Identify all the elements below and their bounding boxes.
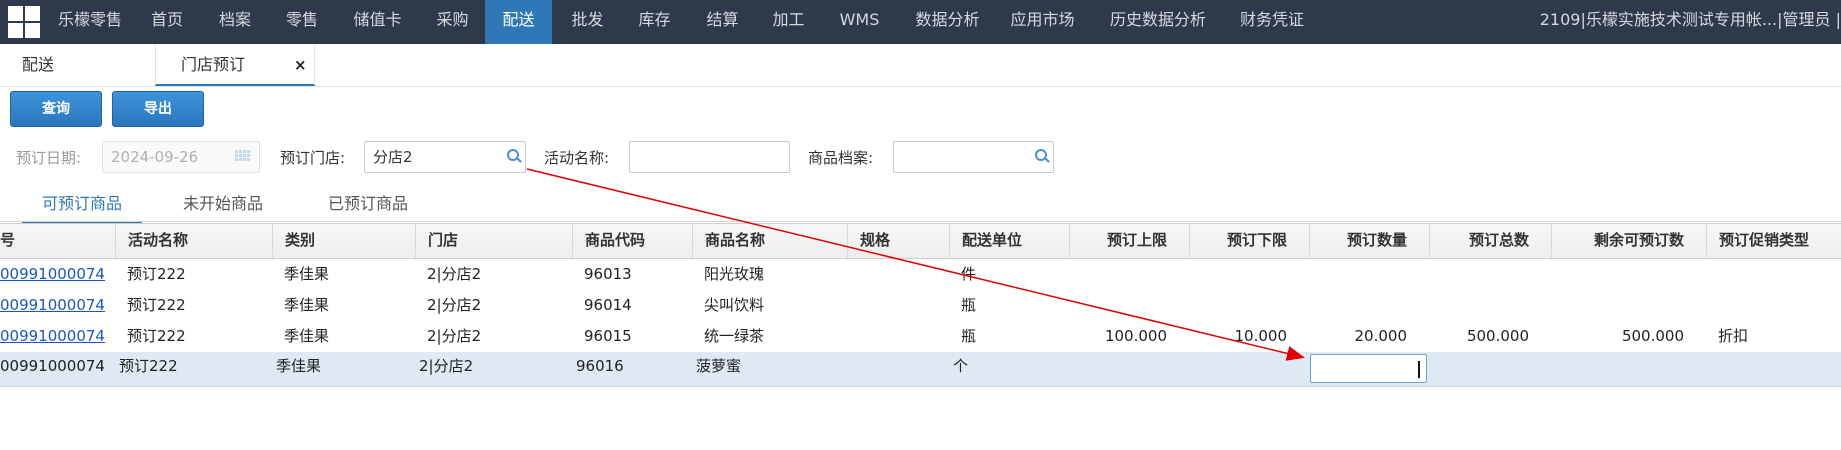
annotation-arrow	[526, 168, 1305, 361]
